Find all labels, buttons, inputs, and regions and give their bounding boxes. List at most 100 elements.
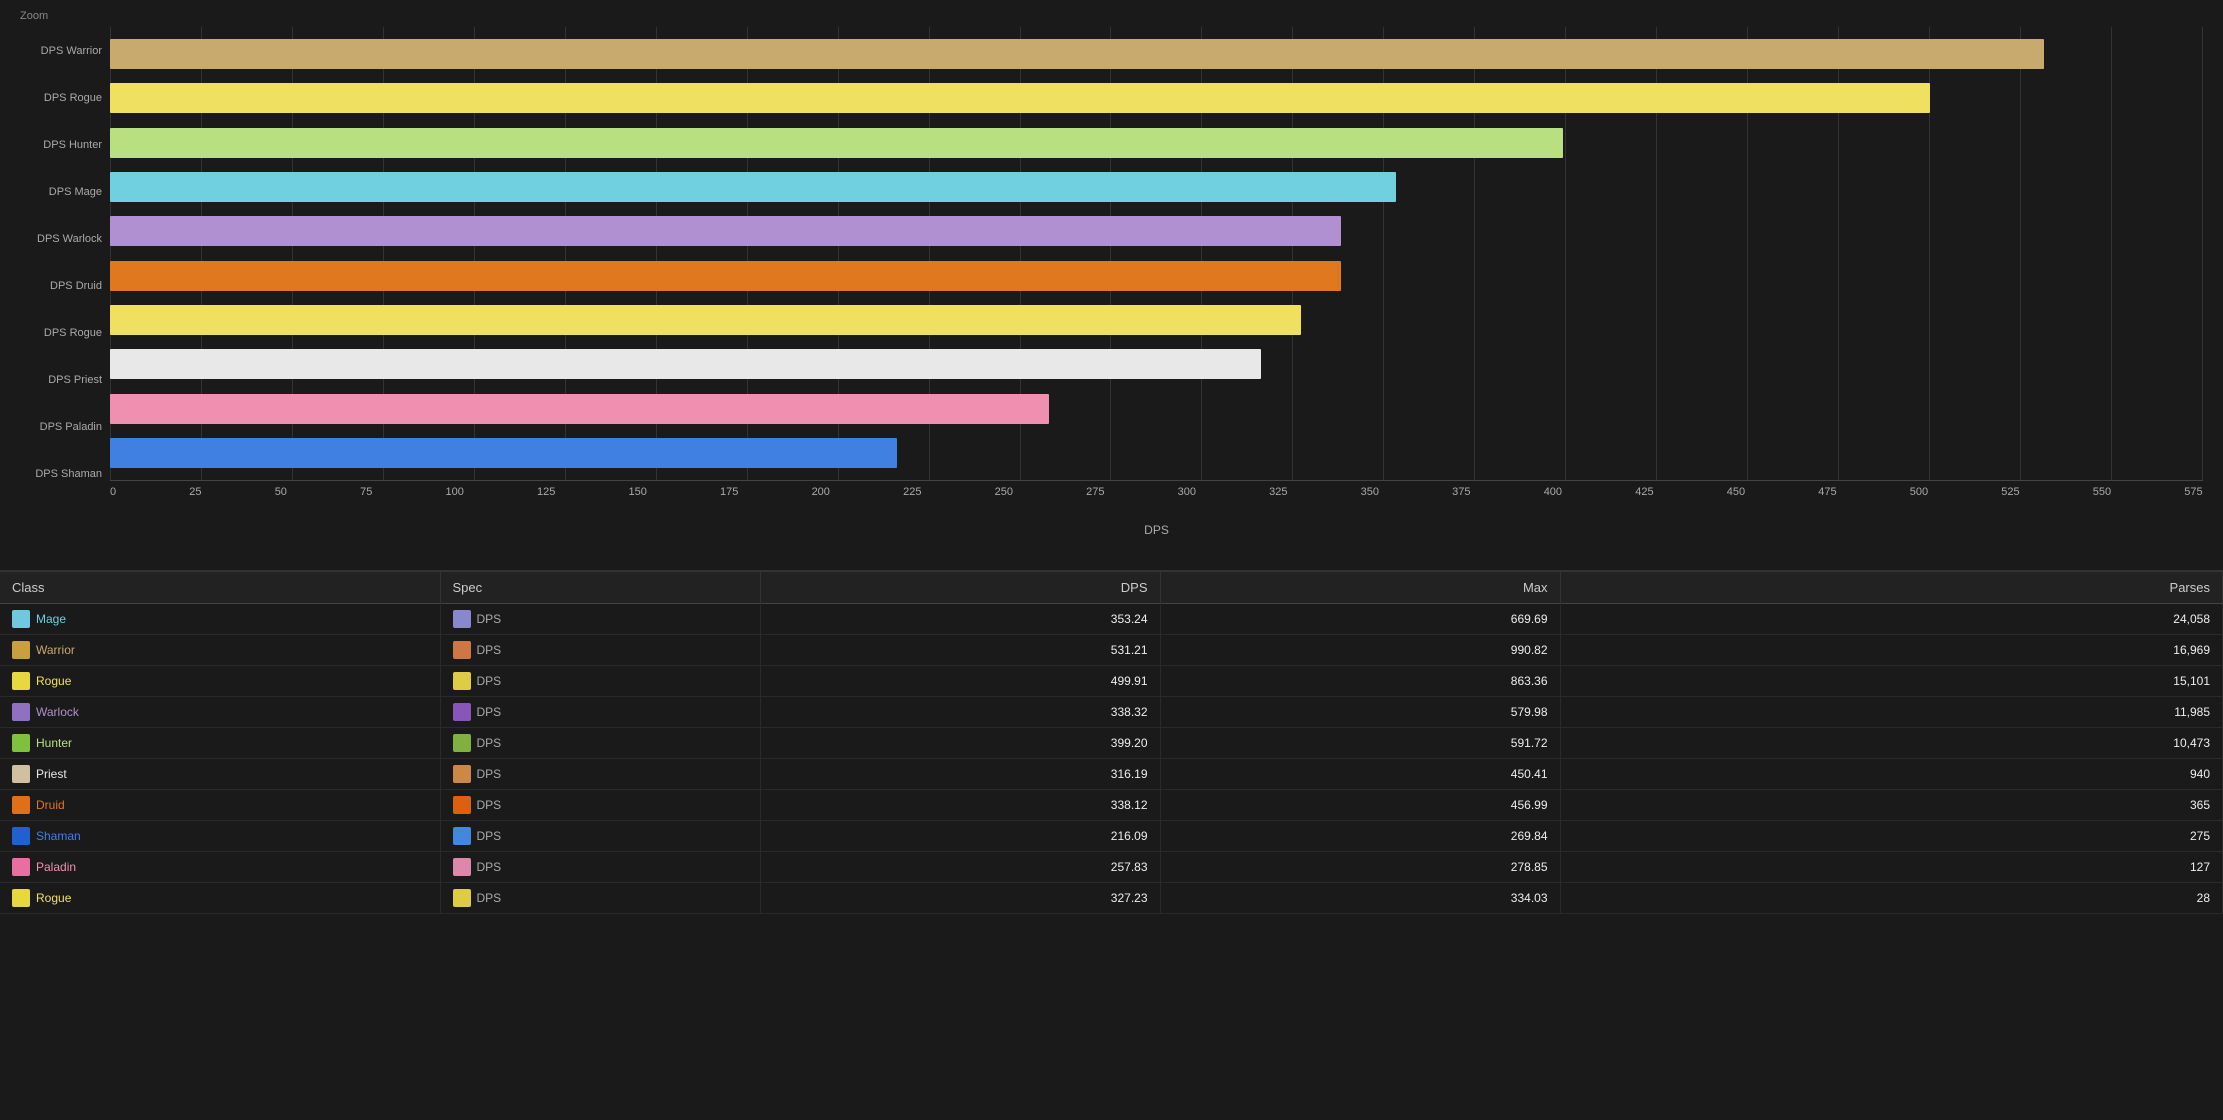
y-label: DPS Shaman (20, 468, 110, 480)
bar-row (110, 35, 2203, 73)
class-icon (12, 672, 30, 690)
bar (110, 39, 2044, 69)
x-tick: 75 (360, 486, 372, 498)
dps-value: 353.24 (760, 604, 1160, 635)
spec-icon (453, 703, 471, 721)
table-row[interactable]: PriestDPS316.19450.41940 (0, 759, 2223, 790)
max-value: 278.85 (1160, 852, 1560, 883)
spec-cell: DPS (440, 666, 760, 697)
dps-value: 257.83 (760, 852, 1160, 883)
spec-cell: DPS (440, 852, 760, 883)
class-name: Warlock (36, 705, 79, 719)
max-value: 456.99 (1160, 790, 1560, 821)
table-row[interactable]: Paladin DPS257.83278.85127 (0, 852, 2223, 883)
spec-cell: DPS (440, 883, 760, 914)
spec-name: DPS (477, 705, 502, 719)
bar (110, 349, 1261, 379)
y-label: DPS Warrior (20, 45, 110, 57)
class-icon (12, 889, 30, 907)
table-row[interactable]: WarriorDPS531.21990.8216,969 (0, 635, 2223, 666)
class-icon (12, 734, 30, 752)
bar-row (110, 124, 2203, 162)
class-cell: Warrior (0, 635, 440, 666)
x-tick: 575 (2184, 486, 2202, 498)
header-dps: DPS (760, 572, 1160, 604)
spec-icon (453, 734, 471, 752)
class-cell: Shaman (0, 821, 440, 852)
class-cell: Hunter (0, 728, 440, 759)
bars-wrapper (110, 27, 2203, 480)
spec-cell: DPS (440, 697, 760, 728)
spec-icon (453, 641, 471, 659)
parses-value: 127 (1560, 852, 2223, 883)
x-tick: 325 (1269, 486, 1287, 498)
bars-container (110, 27, 2203, 481)
class-cell: Rogue (0, 883, 440, 914)
spec-name: DPS (477, 736, 502, 750)
class-name: Paladin (36, 860, 76, 874)
table-row[interactable]: DruidDPS338.12456.99365 (0, 790, 2223, 821)
parses-value: 10,473 (1560, 728, 2223, 759)
spec-icon (453, 827, 471, 845)
bar-row (110, 390, 2203, 428)
chart-inner: 0255075100125150175200225250275300325350… (110, 27, 2203, 537)
y-label: DPS Druid (20, 280, 110, 292)
max-value: 863.36 (1160, 666, 1560, 697)
class-cell: Mage (0, 604, 440, 635)
x-ticks: 0255075100125150175200225250275300325350… (110, 486, 2203, 498)
x-tick: 50 (275, 486, 287, 498)
y-label: DPS Paladin (20, 421, 110, 433)
y-labels: DPS WarriorDPS RogueDPS HunterDPS MageDP… (20, 27, 110, 537)
spec-name: DPS (477, 798, 502, 812)
parses-value: 275 (1560, 821, 2223, 852)
max-value: 990.82 (1160, 635, 1560, 666)
parses-value: 28 (1560, 883, 2223, 914)
x-tick: 175 (720, 486, 738, 498)
table-row[interactable]: WarlockDPS338.32579.9811,985 (0, 697, 2223, 728)
spec-icon (453, 610, 471, 628)
x-axis-label: DPS (110, 523, 2203, 537)
bar (110, 128, 1563, 158)
bar-row (110, 301, 2203, 339)
x-tick: 350 (1361, 486, 1379, 498)
table-row[interactable]: Rogue DPS 327.23334.0328 (0, 883, 2223, 914)
table-section: Class Spec DPS Max Parses MageDPS353.246… (0, 570, 2223, 914)
header-class: Class (0, 572, 440, 604)
spec-icon (453, 672, 471, 690)
spec-cell: DPS (440, 604, 760, 635)
parses-value: 940 (1560, 759, 2223, 790)
parses-value: 11,985 (1560, 697, 2223, 728)
class-icon (12, 703, 30, 721)
parses-value: 16,969 (1560, 635, 2223, 666)
dps-value: 399.20 (760, 728, 1160, 759)
x-tick: 525 (2001, 486, 2019, 498)
max-value: 334.03 (1160, 883, 1560, 914)
class-name: Warrior (36, 643, 75, 657)
table-header: Class Spec DPS Max Parses (0, 572, 2223, 604)
dps-value: 216.09 (760, 821, 1160, 852)
parses-value: 24,058 (1560, 604, 2223, 635)
table-row[interactable]: HunterDPS399.20591.7210,473 (0, 728, 2223, 759)
bar (110, 216, 1341, 246)
y-label: DPS Rogue (20, 327, 110, 339)
header-max: Max (1160, 572, 1560, 604)
class-cell: Warlock (0, 697, 440, 728)
bar (110, 83, 1930, 113)
spec-name: DPS (477, 767, 502, 781)
class-name: Shaman (36, 829, 81, 843)
class-name: Hunter (36, 736, 72, 750)
x-tick: 450 (1727, 486, 1745, 498)
bar-row (110, 168, 2203, 206)
class-name: Priest (36, 767, 67, 781)
dps-value: 327.23 (760, 883, 1160, 914)
table-row[interactable]: MageDPS353.24669.6924,058 (0, 604, 2223, 635)
bar (110, 394, 1049, 424)
spec-name: DPS (477, 891, 502, 905)
x-tick: 150 (629, 486, 647, 498)
spec-name: DPS (477, 829, 502, 843)
spec-cell: DPS (440, 728, 760, 759)
table-row[interactable]: ShamanDPS216.09269.84275 (0, 821, 2223, 852)
bar (110, 261, 1341, 291)
class-cell: Druid (0, 790, 440, 821)
table-row[interactable]: RogueDPS499.91863.3615,101 (0, 666, 2223, 697)
